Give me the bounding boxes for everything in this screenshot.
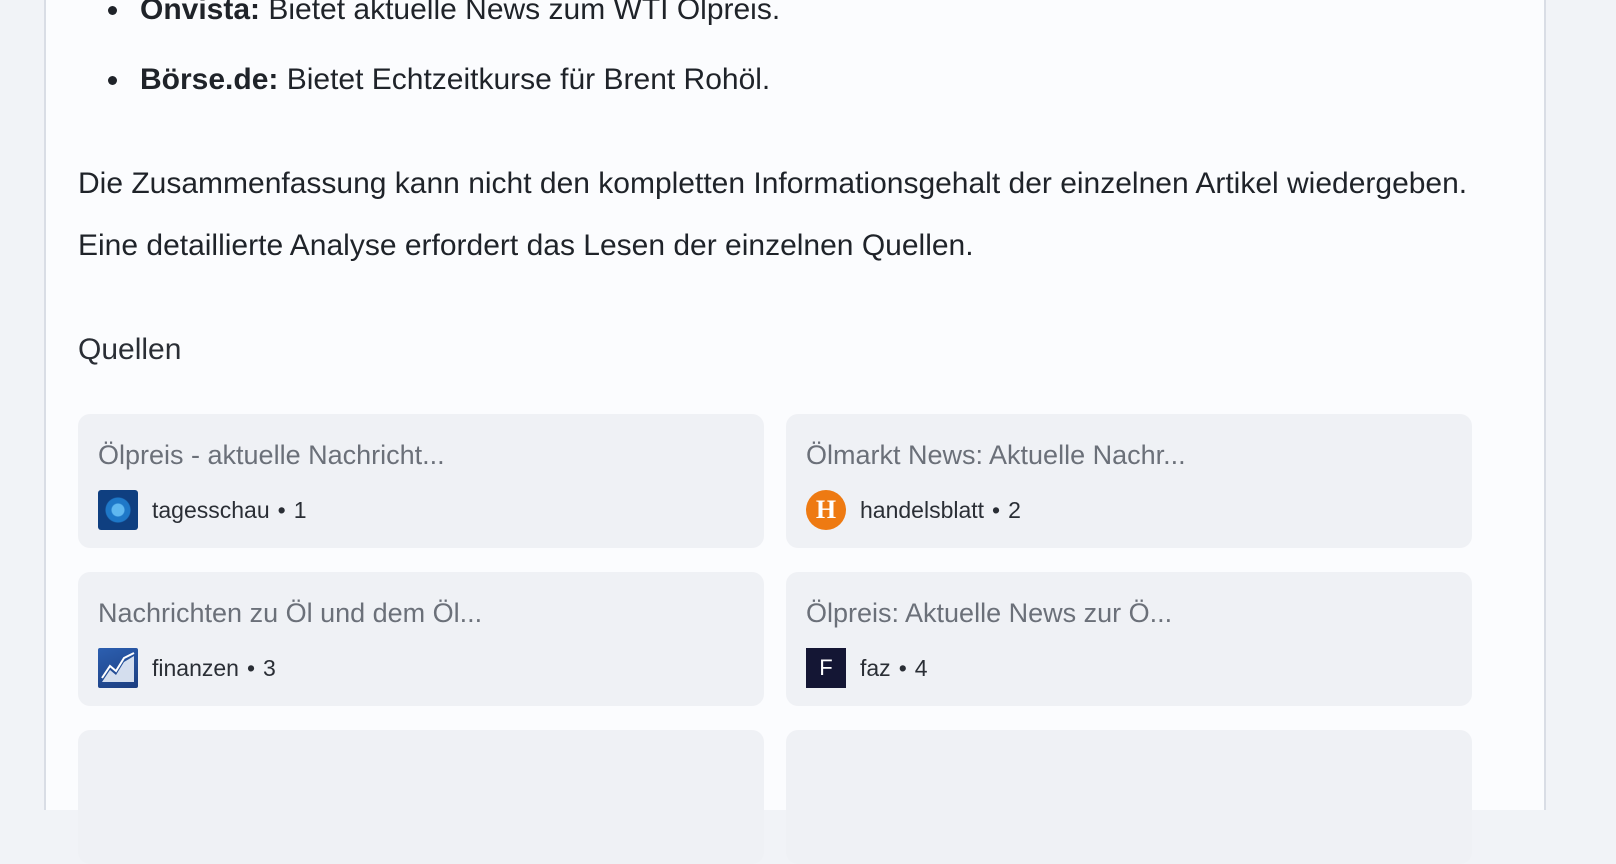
chart-trend-icon (101, 652, 135, 682)
source-card-handelsblatt[interactable]: Ölmarkt News: Aktuelle Nachr... H handel… (786, 414, 1472, 548)
source-card-meta: F faz • 4 (806, 648, 928, 688)
finanzen-logo-icon (98, 648, 138, 688)
source-site: handelsblatt (860, 496, 985, 523)
list-item-text: Bietet Echtzeitkurse für Brent Rohöl. (278, 63, 771, 96)
faz-logo-icon: F (806, 648, 846, 688)
separator: • (992, 496, 1001, 523)
source-card-title: Ölpreis: Aktuelle News zur Ö... (806, 598, 1173, 628)
list-item-onvista: Onvista: Bietet aktuelle News zum WTI Öl… (78, 0, 780, 30)
source-index: 3 (263, 654, 276, 681)
tagesschau-logo-icon (98, 490, 138, 530)
list-item-label: Onvista: (140, 0, 261, 26)
source-site: tagesschau (152, 496, 270, 523)
source-card-title: Ölpreis - aktuelle Nachricht... (98, 440, 445, 470)
source-index: 4 (914, 654, 928, 681)
list-item-text: Bietet aktuelle News zum WTI Ölpreis. (260, 0, 781, 26)
source-site: faz (860, 654, 891, 681)
source-card-meta: finanzen • 3 (98, 648, 276, 688)
source-card-title: Ölmarkt News: Aktuelle Nachr... (806, 440, 1186, 470)
separator: • (277, 496, 286, 523)
source-card-finanzen[interactable]: Nachrichten zu Öl und dem Öl... finanzen… (78, 572, 764, 706)
separator: • (246, 654, 256, 681)
source-card-title: Nachrichten zu Öl und dem Öl... (98, 598, 483, 628)
source-index: 1 (293, 496, 307, 523)
source-site: finanzen (152, 654, 239, 681)
list-item-label: Börse.de: (140, 63, 279, 96)
source-card-partial[interactable] (786, 730, 1472, 864)
source-card-partial[interactable] (78, 730, 764, 864)
source-card-meta: tagesschau • 1 (98, 490, 307, 530)
source-card-meta: H handelsblatt • 2 (806, 490, 1021, 530)
separator: • (898, 654, 907, 681)
source-card-tagesschau[interactable]: Ölpreis - aktuelle Nachricht... tagessch… (78, 414, 764, 548)
source-card-faz[interactable]: Ölpreis: Aktuelle News zur Ö... F faz • … (786, 572, 1472, 706)
sources-heading: Quellen (78, 333, 182, 366)
summary-paragraph: Die Zusammenfassung kann nicht den kompl… (78, 167, 1468, 262)
source-index: 2 (1008, 496, 1021, 523)
handelsblatt-logo-icon: H (806, 490, 846, 530)
list-item-boerse: Börse.de: Bietet Echtzeitkurse für Brent… (78, 60, 770, 100)
bullet-icon (108, 76, 117, 85)
answer-panel: Onvista: Bietet aktuelle News zum WTI Öl… (44, 0, 1546, 864)
bullet-icon (108, 6, 117, 15)
